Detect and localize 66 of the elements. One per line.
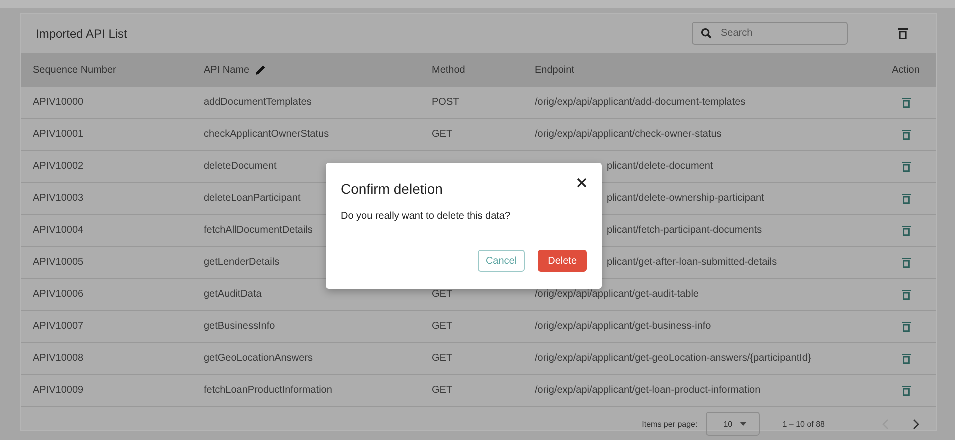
table-cell: APIV10006 xyxy=(33,289,84,300)
table-cell: GET xyxy=(432,129,453,140)
table-cell: APIV10005 xyxy=(33,257,84,268)
table-cell: APIV10007 xyxy=(33,321,84,332)
column-header: Endpoint xyxy=(535,64,574,76)
table-cell: GET xyxy=(432,321,453,332)
cancel-button[interactable]: Cancel xyxy=(478,250,526,272)
panel-title: Imported API List xyxy=(36,26,128,40)
next-page-icon[interactable] xyxy=(913,418,920,430)
trash-icon[interactable] xyxy=(902,352,910,364)
table-cell: /orig/exp/api/applicant/get-business-info xyxy=(535,321,712,332)
table-cell: plicant/delete-ownership-participant xyxy=(607,193,764,204)
trash-icon[interactable] xyxy=(902,384,910,396)
table-cell: checkApplicantOwnerStatus xyxy=(204,129,330,140)
column-header: Action xyxy=(892,64,920,76)
trash-icon[interactable] xyxy=(902,320,910,332)
table-cell: fetchAllDocumentDetails xyxy=(204,225,313,236)
table-cell: getBusinessInfo xyxy=(204,321,276,332)
trash-icon[interactable] xyxy=(902,96,910,108)
table-cell: POST xyxy=(432,97,460,108)
table-cell: APIV10003 xyxy=(33,193,84,204)
trash-icon[interactable] xyxy=(898,28,908,40)
table-cell: deleteDocument xyxy=(204,161,277,172)
table-cell: plicant/fetch-participant-documents xyxy=(607,225,762,236)
search-field[interactable]: Search xyxy=(692,22,848,45)
table-cell: APIV10000 xyxy=(33,97,84,108)
table-cell: GET xyxy=(432,385,453,396)
delete-button[interactable]: Delete xyxy=(538,250,587,272)
caret-icon xyxy=(740,422,747,426)
table-cell: getAuditData xyxy=(204,289,262,300)
search-icon xyxy=(701,28,712,39)
page-range: 1 – 10 of 88 xyxy=(782,420,825,428)
trash-icon[interactable] xyxy=(902,224,910,236)
table-cell: APIV10001 xyxy=(33,129,84,140)
table-cell: addDocumentTemplates xyxy=(204,97,312,108)
table-cell: fetchLoanProductInformation xyxy=(204,385,332,396)
table-cell: /orig/exp/api/applicant/get-audit-table xyxy=(535,289,699,300)
page-size-select[interactable]: 10 xyxy=(706,412,760,436)
trash-icon[interactable] xyxy=(902,256,910,268)
table-cell: /orig/exp/api/applicant/get-geoLocation-answers/{participantId} xyxy=(535,353,812,364)
table-cell: APIV10004 xyxy=(33,225,84,236)
table-cell: plicant/get-after-loan-submitted-details xyxy=(607,257,778,268)
items-per-page-label: Items per page: xyxy=(642,420,698,428)
table-cell: plicant/delete-document xyxy=(607,161,714,172)
table-cell: getGeoLocationAnswers xyxy=(204,353,313,364)
dialog-title: Confirm deletion xyxy=(341,181,443,197)
close-icon[interactable] xyxy=(577,178,587,188)
table-cell: /orig/exp/api/applicant/check-owner-status xyxy=(535,129,722,140)
table-cell: APIV10002 xyxy=(33,161,84,172)
trash-icon[interactable] xyxy=(902,128,910,140)
table-cell: /orig/exp/api/applicant/add-document-templates xyxy=(535,97,746,108)
column-header: Method xyxy=(432,64,466,76)
dialog-message: Do you really want to delete this data? xyxy=(341,211,512,222)
trash-icon[interactable] xyxy=(902,160,910,172)
pencil-icon[interactable] xyxy=(256,65,266,75)
column-header: Sequence Number xyxy=(33,64,116,76)
table-cell: getLenderDetails xyxy=(204,257,280,268)
column-header: API Name xyxy=(204,64,250,76)
table-cell: GET xyxy=(432,353,453,364)
trash-icon[interactable] xyxy=(902,192,910,204)
table-cell: deleteLoanParticipant xyxy=(204,193,301,204)
table-cell: /orig/exp/api/applicant/get-loan-product-information xyxy=(535,385,761,396)
table-cell: GET xyxy=(432,289,453,300)
trash-icon[interactable] xyxy=(902,288,910,300)
table-cell: APIV10008 xyxy=(33,353,84,364)
table-cell: APIV10009 xyxy=(33,385,84,396)
